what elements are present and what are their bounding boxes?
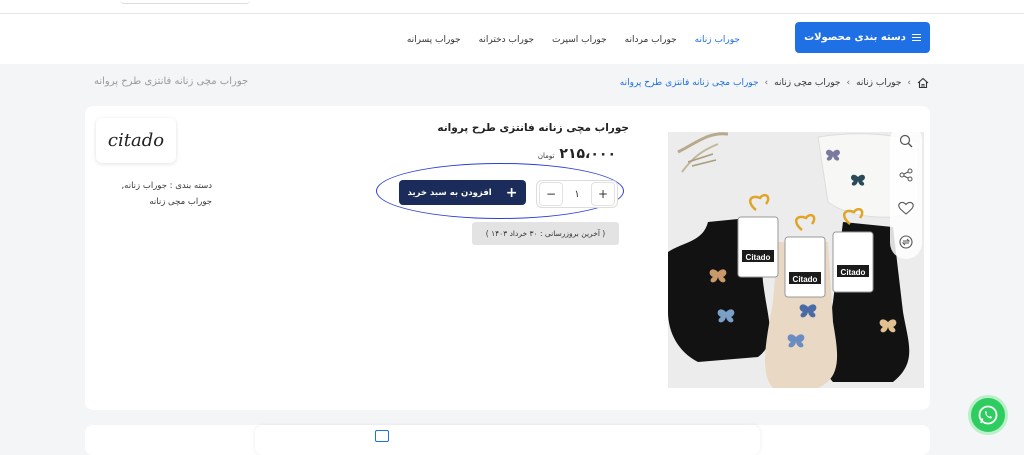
hamburger-icon	[911, 34, 921, 41]
menu-item-men-socks[interactable]: جوراب مردانه	[625, 35, 677, 45]
compare-icon[interactable]	[898, 234, 914, 250]
breadcrumb-separator: ‹	[907, 78, 911, 88]
breadcrumb: ‹ جوراب زنانه ‹ جوراب مچی زنانه ‹ جوراب …	[620, 77, 929, 89]
add-to-cart-label: افزودن به سبد خرید	[407, 187, 492, 198]
add-to-cart-button[interactable]: + افزودن به سبد خرید	[399, 180, 526, 205]
breadcrumb-item-women[interactable]: جوراب زنانه	[856, 78, 901, 88]
home-icon[interactable]	[917, 77, 929, 89]
book-icon[interactable]	[375, 430, 389, 442]
category-sub-link[interactable]: جوراب مچی زنانه	[121, 194, 212, 210]
menu-item-women-socks[interactable]: جوراب زنانه	[695, 35, 740, 45]
product-title: جوراب مچی زنانه فانتزی طرح پروانه	[437, 122, 629, 134]
category-menu-button[interactable]: دسته بندی محصولات	[795, 22, 930, 53]
page-title: جوراب مچی زنانه فانتزی طرح پروانه	[94, 76, 249, 87]
category-label[interactable]: دسته بندی : جوراب زنانه,	[121, 178, 212, 194]
brand-logo[interactable]: citado	[96, 118, 176, 163]
product-image[interactable]: Citado Citado Citado	[668, 132, 924, 388]
increase-button[interactable]: +	[591, 182, 615, 206]
navbar: دسته بندی محصولات جوراب زنانه جوراب مردا…	[0, 14, 1024, 64]
plus-icon: +	[505, 184, 518, 201]
tabs-bar	[255, 425, 760, 455]
product-price: ۲۱۵،۰۰۰ تومان	[538, 146, 616, 162]
whatsapp-button[interactable]	[968, 395, 1008, 435]
breadcrumb-item-current[interactable]: جوراب مچی زنانه فانتزی طرح پروانه	[620, 78, 759, 88]
brand-tag-text: Citado	[746, 253, 771, 262]
breadcrumb-item-ankle[interactable]: جوراب مچی زنانه	[774, 78, 840, 88]
share-icon[interactable]	[898, 167, 914, 183]
price-currency: تومان	[537, 152, 555, 160]
heart-icon[interactable]	[898, 200, 914, 216]
top-bar	[0, 0, 1024, 14]
menu-item-sport-socks[interactable]: جوراب اسپرت	[552, 35, 607, 45]
category-menu-label: دسته بندی محصولات	[804, 32, 906, 43]
menu-item-girls-socks[interactable]: جوراب دخترانه	[479, 35, 534, 45]
brand-tag-text: Citado	[841, 268, 866, 277]
zoom-icon[interactable]	[898, 133, 914, 149]
last-update-badge: ( آخرین بروزرسانی : ۳۰ خرداد ۱۴۰۳ )	[472, 222, 619, 245]
main-menu: جوراب زنانه جوراب مردانه جوراب اسپرت جور…	[407, 35, 740, 45]
category-info: دسته بندی : جوراب زنانه, جوراب مچی زنانه	[121, 178, 212, 210]
menu-item-boys-socks[interactable]: جوراب پسرانه	[407, 35, 461, 45]
quantity-value[interactable]: ۱	[574, 189, 579, 200]
image-tools	[890, 124, 922, 259]
price-value: ۲۱۵،۰۰۰	[559, 146, 616, 162]
quantity-stepper: − ۱ +	[536, 180, 618, 208]
decrease-button[interactable]: −	[539, 182, 563, 206]
breadcrumb-separator: ‹	[764, 78, 769, 88]
whatsapp-icon	[978, 405, 998, 425]
brand-tag-text: Citado	[793, 275, 818, 284]
breadcrumb-separator: ‹	[846, 78, 851, 88]
tabs-card	[85, 425, 930, 455]
top-selector[interactable]	[120, 0, 250, 4]
